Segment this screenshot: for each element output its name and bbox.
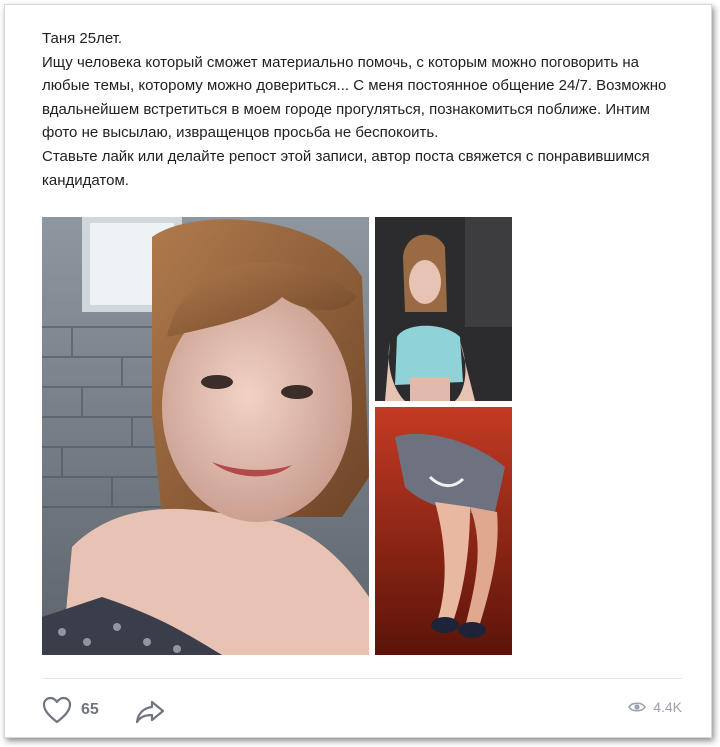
post-body-line: Ищу человека который сможет материально … <box>42 53 667 142</box>
photo-top-right[interactable] <box>375 217 512 401</box>
views-counter: 4.4K <box>628 699 682 715</box>
post-actions-bar: 65 4.4K <box>42 693 682 729</box>
post-cta-line: Ставьте лайк или делайте репост этой зап… <box>42 147 650 189</box>
post-title-line: Таня 25лет. <box>42 30 123 47</box>
post-text: Таня 25лет. Ищу человека который сможет … <box>42 27 682 192</box>
photo-bottom-right[interactable] <box>375 407 512 655</box>
heart-icon <box>42 696 72 724</box>
photo-main[interactable] <box>42 217 369 655</box>
like-button[interactable]: 65 <box>42 695 99 725</box>
eye-icon <box>628 702 647 712</box>
post-card: Таня 25лет. Ищу человека который сможет … <box>4 4 712 738</box>
views-count: 4.4K <box>653 699 682 715</box>
like-count: 65 <box>81 701 99 718</box>
share-arrow-icon <box>135 700 165 724</box>
actions-divider <box>42 678 682 679</box>
share-button[interactable] <box>134 697 166 725</box>
photo-gallery <box>42 217 512 655</box>
